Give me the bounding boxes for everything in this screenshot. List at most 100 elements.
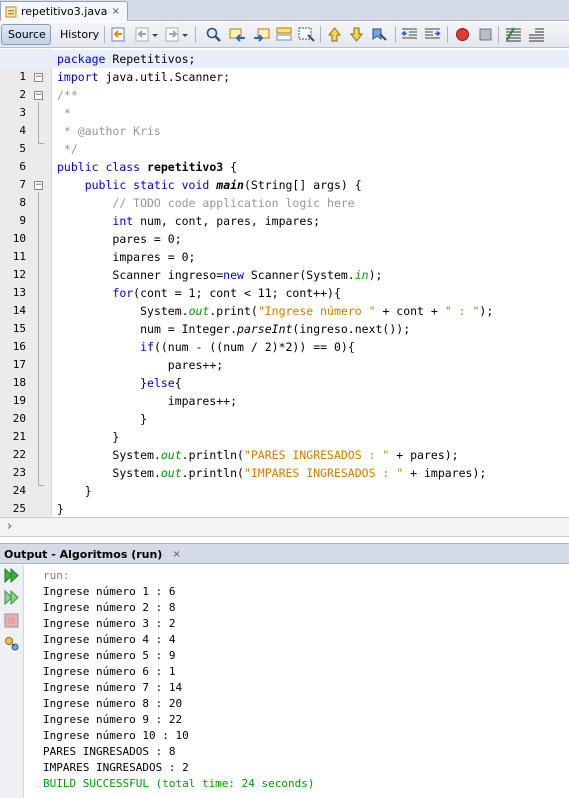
code-text: } <box>112 430 120 444</box>
output-panel: run: Ingrese número 1 : 6 Ingrese número… <box>0 565 569 798</box>
output-line: Ingrese número 8 : 20 <box>43 697 183 710</box>
code-text: num = Integer.parseInt(ingreso.next()); <box>140 322 411 336</box>
toolbar-separator <box>104 26 105 43</box>
code-line[interactable]: 14 for(cont = 1; cont < 11; cont++){ <box>0 284 569 317</box>
file-tab-repetitivo3[interactable]: repetitivo3.java × <box>0 1 128 21</box>
find-next-icon[interactable] <box>253 26 270 43</box>
output-line: Ingrese número 10 : 10 <box>43 729 189 742</box>
code-text: impares++; <box>167 394 238 408</box>
code-editor[interactable]: − − − 1 package Repetitivos; 2 import ja… <box>0 49 569 533</box>
code-line[interactable]: 2 import java.util.Scanner; <box>0 68 569 101</box>
output-line: PARES INGRESADOS : 8 <box>43 745 176 758</box>
toolbar-separator <box>395 26 396 43</box>
build-status-line: BUILD SUCCESSFUL (total time: 24 seconds… <box>43 777 315 790</box>
file-tab-label: repetitivo3.java <box>21 5 108 18</box>
code-line[interactable]: 16 num = Integer.parseInt(ingreso.next()… <box>0 320 569 353</box>
breadcrumb: › <box>0 517 569 537</box>
shift-right-icon[interactable] <box>424 26 441 43</box>
code-line[interactable]: 19 }else{ <box>0 374 569 407</box>
code-line[interactable]: 7 public class repetitivo3 { <box>0 158 569 191</box>
output-line: IMPARES INGRESADOS : 2 <box>43 761 189 774</box>
code-line[interactable]: 18 pares++; <box>0 356 569 389</box>
code-line[interactable]: 1 package Repetitivos; <box>0 50 569 83</box>
find-icon[interactable] <box>205 26 222 43</box>
source-button[interactable]: Source <box>1 24 51 45</box>
rerun-with-args-icon[interactable] <box>3 589 20 606</box>
code-line[interactable]: 3 /** <box>0 86 569 119</box>
code-line[interactable]: 6 */ <box>0 140 569 173</box>
code-text: } <box>140 412 148 426</box>
shift-left-icon[interactable] <box>401 26 418 43</box>
stop-icon[interactable] <box>3 612 20 629</box>
code-line[interactable]: 21 } <box>0 410 569 443</box>
code-line[interactable]: 25 } <box>0 482 569 515</box>
toolbar-separator <box>447 26 448 43</box>
close-tab-icon[interactable]: × <box>112 6 120 17</box>
code-text: } <box>84 484 92 498</box>
code-line[interactable]: 20 impares++; <box>0 392 569 425</box>
output-tab-label: Output - Algoritmos (run) <box>4 548 163 561</box>
toggle-bookmark-icon[interactable] <box>371 26 388 43</box>
code-line[interactable]: 8 public static void main(String[] args)… <box>0 176 569 209</box>
code-text: * <box>57 106 71 120</box>
previous-bookmark-icon[interactable] <box>326 26 343 43</box>
code-text: if((num - ((num / 2)*2)) == 0){ <box>140 340 355 354</box>
code-line[interactable]: 9 // TODO code application logic here <box>0 194 569 227</box>
toggle-highlight-icon[interactable] <box>276 26 293 43</box>
code-line[interactable]: 5 * @author Kris <box>0 122 569 155</box>
code-text: */ <box>57 142 78 156</box>
rerun-icon[interactable] <box>3 567 20 584</box>
code-text: } <box>57 502 64 516</box>
code-line[interactable]: 13 Scanner ingreso=new Scanner(System.in… <box>0 266 569 299</box>
code-line[interactable]: 4 * <box>0 104 569 137</box>
code-text: }else{ <box>140 376 182 390</box>
code-text: int num, cont, pares, impares; <box>112 214 321 228</box>
close-output-icon[interactable]: × <box>172 549 180 560</box>
breadcrumb-chevron-icon[interactable]: › <box>7 519 12 534</box>
output-tab[interactable]: Output - Algoritmos (run) × <box>0 545 181 564</box>
find-previous-icon[interactable] <box>229 26 246 43</box>
settings-icon[interactable] <box>3 635 20 652</box>
history-button[interactable]: History <box>53 24 99 45</box>
uncomment-icon[interactable] <box>528 26 545 43</box>
code-line[interactable]: 22 } <box>0 428 569 461</box>
code-text: System.out.print("Ingrese número " + con… <box>140 304 494 318</box>
code-text: impares = 0; <box>112 250 196 264</box>
output-line: Ingrese número 7 : 14 <box>43 681 183 694</box>
toolbar-separator <box>195 26 196 43</box>
code-text: System.out.println("PARES INGRESADOS : "… <box>112 448 459 462</box>
java-file-icon <box>5 6 17 18</box>
output-side-toolbar <box>0 565 24 798</box>
start-macro-icon[interactable] <box>454 26 471 43</box>
code-text: for(cont = 1; cont < 11; cont++){ <box>112 286 341 300</box>
back-icon[interactable] <box>134 26 151 43</box>
code-text: pares = 0; <box>112 232 182 246</box>
code-line[interactable]: 15 System.out.print("Ingrese número " + … <box>0 302 569 335</box>
last-edit-icon[interactable] <box>110 26 127 43</box>
code-text: // TODO code application logic here <box>112 196 355 210</box>
code-text: public class repetitivo3 { <box>57 160 238 174</box>
code-line[interactable]: 26 } <box>0 500 569 533</box>
output-line: Ingrese número 1 : 6 <box>43 585 176 598</box>
output-line: Ingrese número 6 : 1 <box>43 665 176 678</box>
output-line: Ingrese número 3 : 2 <box>43 617 176 630</box>
code-text: import java.util.Scanner; <box>57 70 231 84</box>
editor-tab-strip: repetitivo3.java × <box>0 0 569 21</box>
code-line[interactable]: 12 impares = 0; <box>0 248 569 281</box>
code-line[interactable]: 23 System.out.println("PARES INGRESADOS … <box>0 446 569 479</box>
forward-icon[interactable] <box>164 26 181 43</box>
output-line: Ingrese número 4 : 4 <box>43 633 176 646</box>
comment-icon[interactable] <box>505 26 522 43</box>
code-line[interactable]: 24 System.out.println("IMPARES INGRESADO… <box>0 464 569 497</box>
find-selection-icon[interactable] <box>298 26 315 43</box>
next-bookmark-icon[interactable] <box>348 26 365 43</box>
forward-dropdown-icon[interactable] <box>181 26 189 43</box>
code-text: Scanner ingreso=new Scanner(System.in); <box>112 268 383 282</box>
code-text: * @author Kris <box>57 124 161 138</box>
back-dropdown-icon[interactable] <box>151 26 159 43</box>
code-line[interactable]: 17 if((num - ((num / 2)*2)) == 0){ <box>0 338 569 371</box>
code-text: /** <box>57 88 78 102</box>
code-line[interactable]: 11 pares = 0; <box>0 230 569 263</box>
stop-macro-icon[interactable] <box>477 26 494 43</box>
code-line[interactable]: 10 int num, cont, pares, impares; <box>0 212 569 245</box>
